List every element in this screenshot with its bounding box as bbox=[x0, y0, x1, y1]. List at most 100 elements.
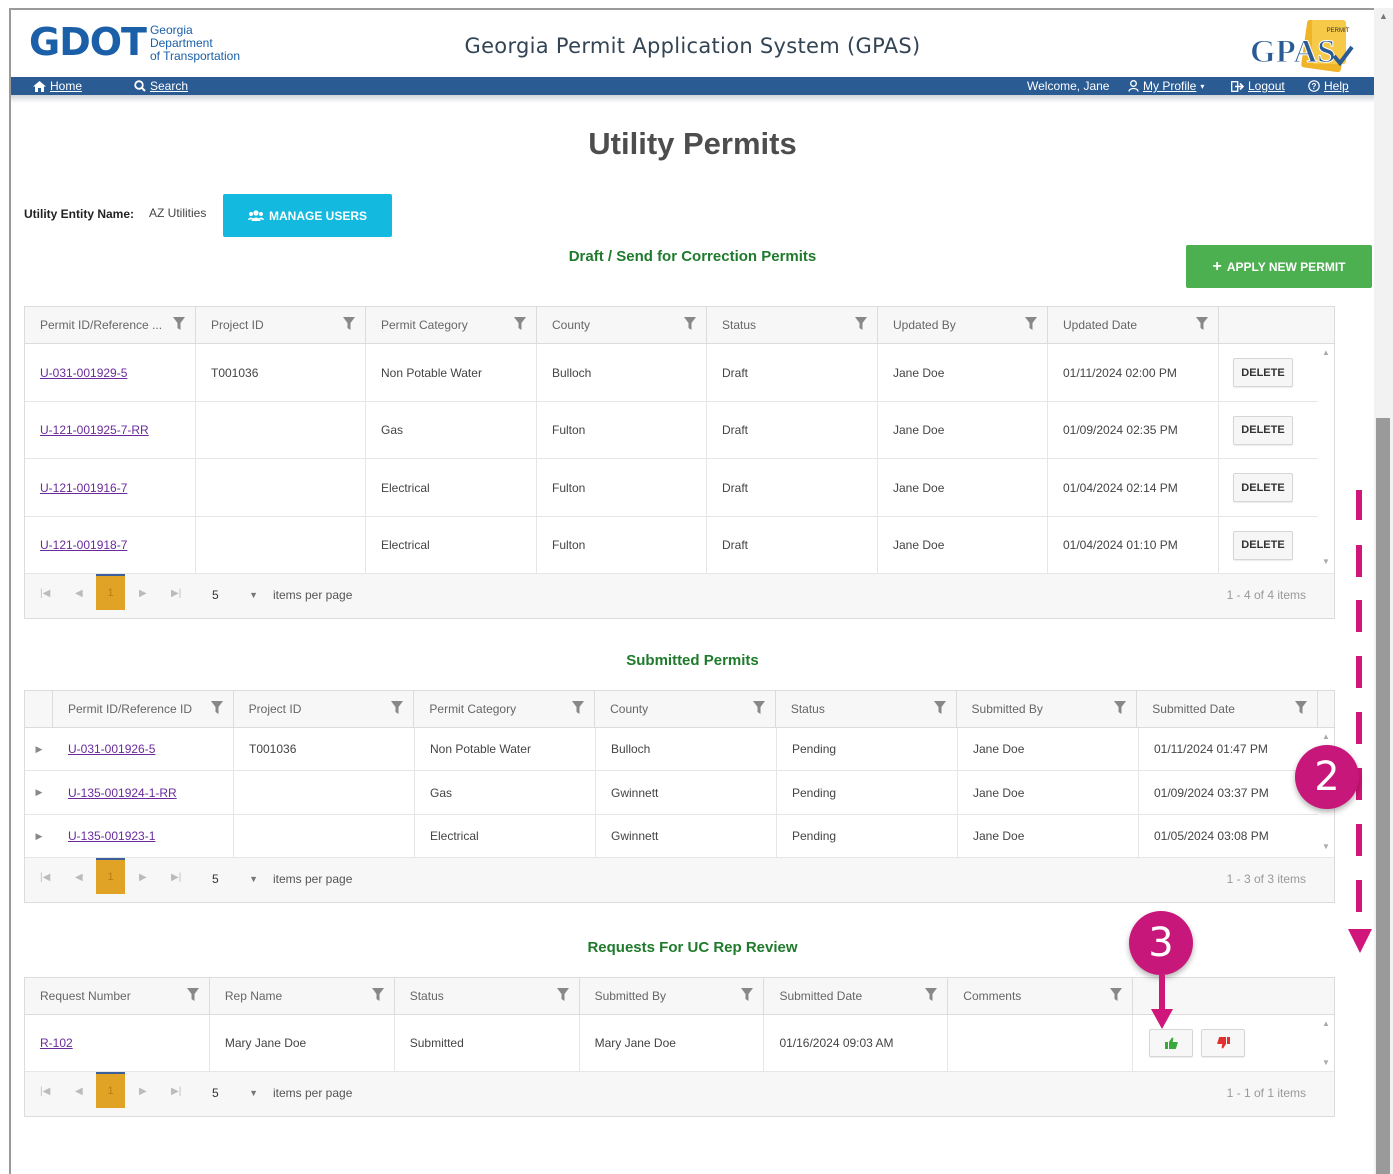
column-header[interactable]: Status bbox=[707, 307, 878, 343]
filter-icon[interactable] bbox=[210, 701, 223, 714]
column-header[interactable]: Submitted Date bbox=[1137, 691, 1318, 727]
prev-page-icon[interactable]: ◀ bbox=[75, 1086, 83, 1097]
next-page-icon[interactable]: ▶ bbox=[139, 588, 147, 599]
prev-page-icon[interactable]: ◀ bbox=[75, 872, 83, 883]
permit-id-link[interactable]: U-135-001924-1-RR bbox=[68, 786, 177, 800]
current-page[interactable]: 1 bbox=[96, 858, 125, 894]
last-page-icon[interactable]: ▶| bbox=[171, 1086, 181, 1097]
current-page[interactable]: 1 bbox=[96, 574, 125, 610]
approve-button[interactable] bbox=[1149, 1029, 1194, 1057]
permit-id-link[interactable]: U-031-001929-5 bbox=[40, 366, 127, 380]
filter-icon[interactable] bbox=[186, 988, 199, 1001]
page-size-select[interactable]: 5 ▼ bbox=[204, 867, 266, 891]
request-number-link[interactable]: R-102 bbox=[40, 1036, 73, 1050]
scroll-up-icon[interactable]: ▲ bbox=[1322, 732, 1330, 741]
filter-icon[interactable] bbox=[855, 317, 867, 330]
page-size-select[interactable]: 5 ▼ bbox=[204, 1081, 266, 1105]
nav-home[interactable]: Home bbox=[33, 79, 82, 93]
nav-home-link[interactable]: Home bbox=[50, 79, 82, 93]
filter-icon[interactable] bbox=[391, 701, 404, 714]
window-scrollbar[interactable]: ▲ bbox=[1374, 8, 1393, 1174]
filter-icon[interactable] bbox=[741, 988, 754, 1001]
next-page-icon[interactable]: ▶ bbox=[139, 872, 147, 883]
filter-icon[interactable] bbox=[925, 988, 938, 1001]
expand-row-icon[interactable]: ▶ bbox=[25, 771, 53, 814]
column-header[interactable]: Project ID bbox=[234, 691, 415, 727]
delete-button[interactable]: DELETE bbox=[1233, 530, 1293, 560]
reject-button[interactable] bbox=[1201, 1029, 1246, 1057]
filter-icon[interactable] bbox=[556, 988, 569, 1001]
delete-button[interactable]: DELETE bbox=[1233, 415, 1293, 445]
column-header[interactable]: Request Number bbox=[25, 978, 210, 1014]
cell-county: Fulton bbox=[537, 459, 707, 516]
first-page-icon[interactable]: |◀ bbox=[40, 872, 50, 883]
filter-icon[interactable] bbox=[572, 701, 585, 714]
column-header[interactable]: Project ID bbox=[196, 307, 366, 343]
column-header[interactable]: Permit ID/Reference ... bbox=[25, 307, 196, 343]
scrollbar-thumb[interactable] bbox=[1376, 418, 1390, 1174]
first-page-icon[interactable]: |◀ bbox=[40, 1086, 50, 1097]
expand-row-icon[interactable]: ▶ bbox=[25, 728, 53, 770]
filter-icon[interactable] bbox=[343, 317, 355, 330]
nav-my-profile[interactable]: My Profile ▾ bbox=[1128, 79, 1204, 93]
column-header[interactable]: Submitted By bbox=[580, 978, 765, 1014]
cell-status: Pending bbox=[777, 728, 958, 770]
delete-button[interactable]: DELETE bbox=[1233, 473, 1293, 502]
last-page-icon[interactable]: ▶| bbox=[171, 872, 181, 883]
apply-new-permit-button[interactable]: + APPLY NEW PERMIT bbox=[1186, 245, 1372, 288]
nav-help-link[interactable]: Help bbox=[1324, 79, 1349, 93]
scroll-down-icon[interactable]: ▼ bbox=[1322, 1058, 1330, 1067]
last-page-icon[interactable]: ▶| bbox=[171, 588, 181, 599]
filter-icon[interactable] bbox=[173, 317, 185, 330]
filter-icon[interactable] bbox=[371, 988, 384, 1001]
column-header[interactable]: Updated By bbox=[878, 307, 1048, 343]
page-size-select[interactable]: 5 ▼ bbox=[204, 583, 266, 607]
nav-help[interactable]: ? Help bbox=[1308, 79, 1349, 93]
filter-icon[interactable] bbox=[1025, 317, 1037, 330]
filter-icon[interactable] bbox=[514, 317, 526, 330]
prev-page-icon[interactable]: ◀ bbox=[75, 588, 83, 599]
expand-row-icon[interactable]: ▶ bbox=[25, 815, 53, 857]
filter-icon[interactable] bbox=[684, 317, 696, 330]
column-header[interactable]: County bbox=[595, 691, 776, 727]
nav-logout[interactable]: Logout bbox=[1231, 79, 1285, 93]
nav-search[interactable]: Search bbox=[134, 79, 188, 93]
filter-icon[interactable] bbox=[1114, 701, 1127, 714]
scroll-down-icon[interactable]: ▼ bbox=[1322, 842, 1330, 851]
filter-icon[interactable] bbox=[1196, 317, 1208, 330]
first-page-icon[interactable]: |◀ bbox=[40, 588, 50, 599]
filter-icon[interactable] bbox=[752, 701, 765, 714]
nav-search-link[interactable]: Search bbox=[150, 79, 188, 93]
scroll-down-icon[interactable]: ▼ bbox=[1322, 557, 1330, 566]
permit-id-link[interactable]: U-121-001925-7-RR bbox=[40, 423, 149, 437]
delete-button[interactable]: DELETE bbox=[1233, 358, 1293, 387]
next-page-icon[interactable]: ▶ bbox=[139, 1086, 147, 1097]
permit-id-link[interactable]: U-121-001916-7 bbox=[40, 481, 127, 495]
filter-icon[interactable] bbox=[933, 701, 946, 714]
column-header[interactable]: Updated Date bbox=[1048, 307, 1219, 343]
column-header[interactable]: Rep Name bbox=[210, 978, 395, 1014]
grid-scrollbar[interactable]: ▲ ▼ bbox=[1318, 1015, 1334, 1071]
filter-icon[interactable] bbox=[1294, 701, 1307, 714]
column-header[interactable]: Status bbox=[395, 978, 580, 1014]
scroll-up-icon[interactable]: ▲ bbox=[1322, 348, 1330, 357]
filter-icon[interactable] bbox=[1110, 988, 1123, 1001]
permit-id-link[interactable]: U-031-001926-5 bbox=[68, 742, 155, 756]
column-header[interactable]: Permit Category bbox=[414, 691, 596, 727]
nav-my-profile-link[interactable]: My Profile bbox=[1143, 79, 1196, 93]
column-header[interactable]: Permit ID/Reference ID bbox=[53, 691, 234, 727]
column-header[interactable]: Submitted By bbox=[957, 691, 1138, 727]
column-header[interactable]: Comments bbox=[948, 978, 1134, 1014]
column-header[interactable]: County bbox=[537, 307, 707, 343]
permit-id-link[interactable]: U-121-001918-7 bbox=[40, 538, 127, 552]
column-header[interactable]: Status bbox=[776, 691, 957, 727]
manage-users-button[interactable]: MANAGE USERS bbox=[223, 194, 392, 237]
nav-logout-link[interactable]: Logout bbox=[1248, 79, 1285, 93]
permit-id-link[interactable]: U-135-001923-1 bbox=[68, 829, 155, 843]
current-page[interactable]: 1 bbox=[96, 1072, 125, 1108]
scroll-up-icon[interactable]: ▲ bbox=[1379, 11, 1388, 21]
grid-scrollbar[interactable]: ▲ ▼ bbox=[1318, 344, 1334, 570]
column-header[interactable]: Permit Category bbox=[366, 307, 537, 343]
column-header[interactable]: Submitted Date bbox=[764, 978, 949, 1014]
scroll-up-icon[interactable]: ▲ bbox=[1322, 1019, 1330, 1028]
